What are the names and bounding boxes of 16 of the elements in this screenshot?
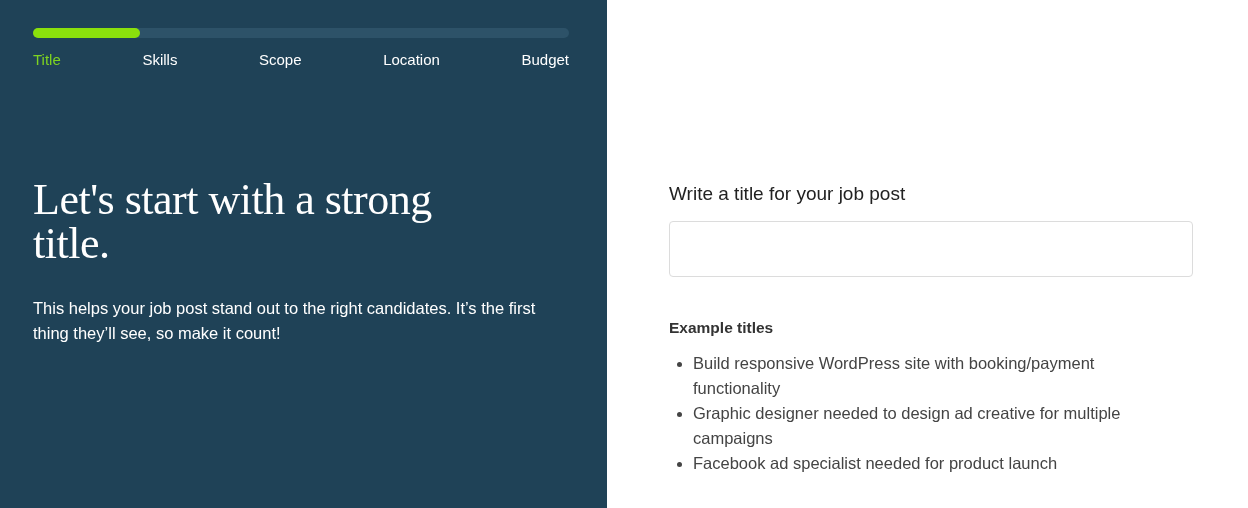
- description: This helps your job post stand out to the right candidates. It’s the first thing they’ll see, so make it count!: [33, 298, 537, 344]
- examples-heading: Example titles: [669, 319, 775, 337]
- step-tab[interactable]: Budget: [521, 51, 569, 68]
- step-tab[interactable]: Skills: [142, 51, 178, 68]
- step-tab[interactable]: Location: [383, 51, 440, 68]
- example-title: Build responsive WordPress site with booking/payment functionality: [693, 353, 1096, 399]
- page-heading: Let's start with a strong title.: [33, 178, 433, 266]
- example-title: Facebook ad specialist needed for product launch: [693, 453, 1058, 474]
- field-label: Write a title for your job post: [669, 183, 907, 205]
- bullet-icon: [677, 362, 682, 367]
- bullet-icon: [677, 412, 682, 417]
- title-input[interactable]: [669, 221, 1193, 277]
- example-title: Graphic designer needed to design ad creative for multiple campaigns: [693, 403, 1122, 449]
- step-tab[interactable]: Scope: [259, 51, 302, 68]
- step-tab[interactable]: Title: [33, 51, 61, 68]
- bullet-icon: [677, 462, 682, 467]
